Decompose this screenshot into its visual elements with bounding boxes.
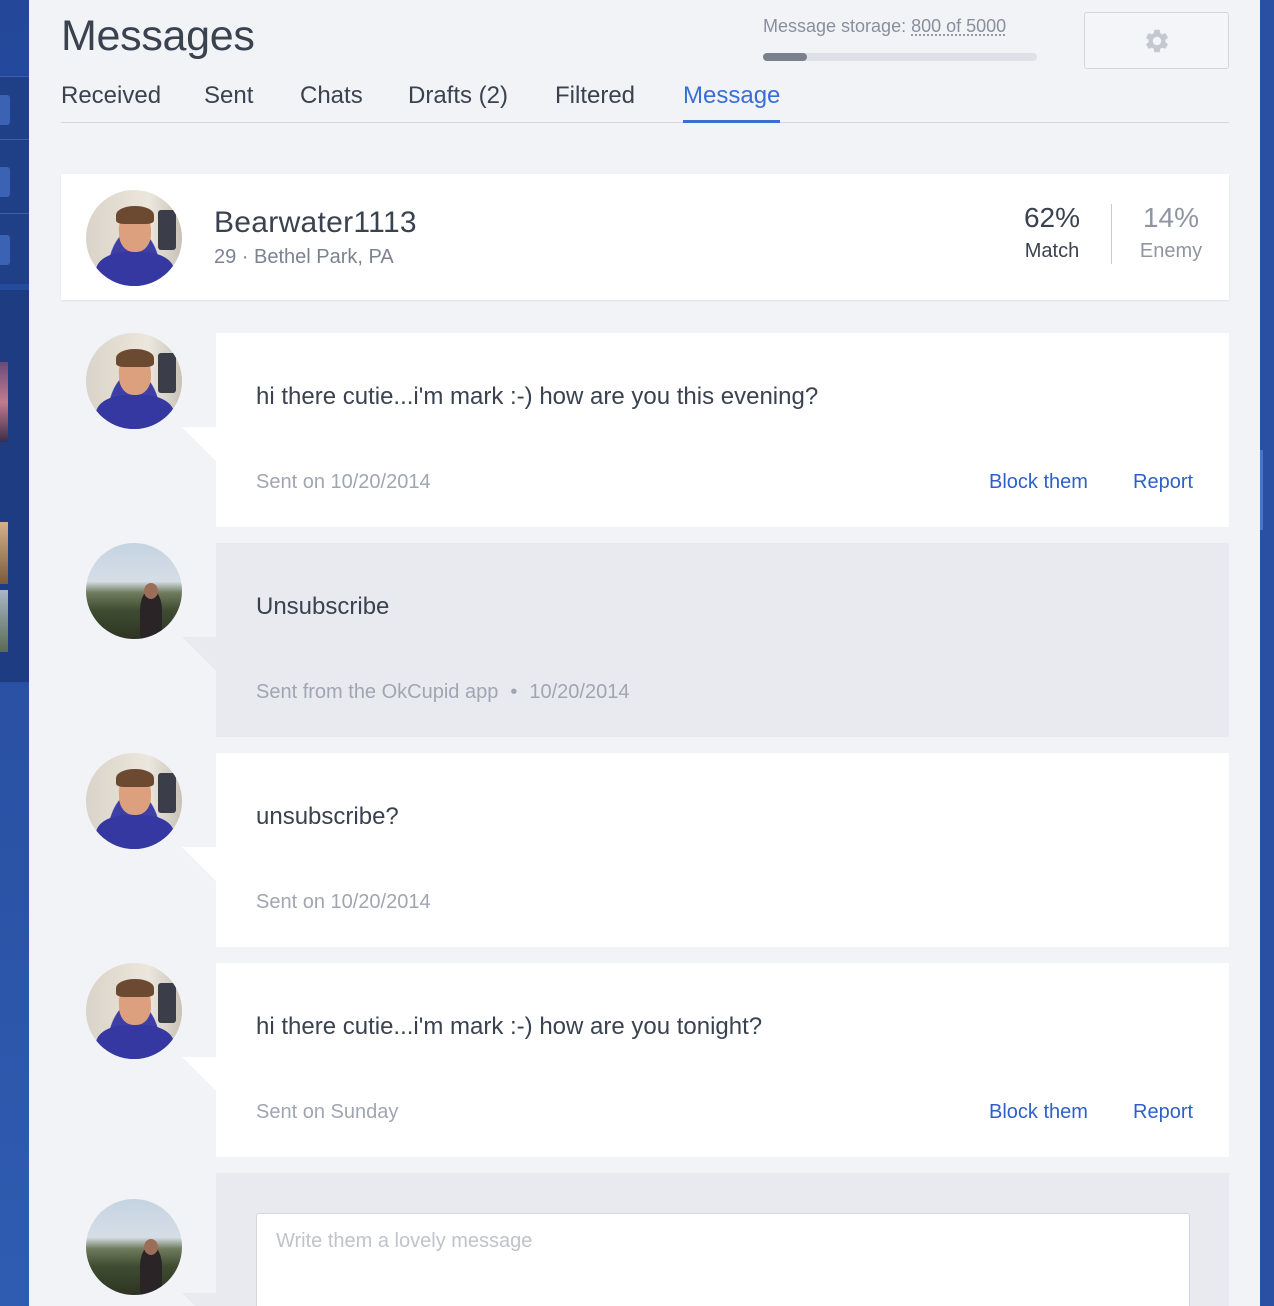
message-bubble: hi there cutie...i'm mark :-) how are yo… <box>216 963 1229 1157</box>
avatar[interactable] <box>86 753 182 849</box>
message-text: unsubscribe? <box>256 803 399 830</box>
tab-sent[interactable]: Sent <box>204 80 253 123</box>
tab-received[interactable]: Received <box>61 80 161 123</box>
message-bubble: hi there cutie...i'm mark :-) how are yo… <box>216 333 1229 527</box>
enemy-label: Enemy <box>1139 240 1203 262</box>
compose-message-input[interactable] <box>256 1213 1190 1306</box>
tab-drafts[interactable]: Drafts (2) <box>408 80 508 123</box>
scrollbar[interactable] <box>1260 450 1263 530</box>
bubble-tail <box>182 1057 216 1091</box>
message-timestamp: Sent on 10/20/2014 <box>256 471 431 493</box>
avatar[interactable] <box>86 963 182 1059</box>
right-strip <box>1260 0 1274 1306</box>
tab-filtered[interactable]: Filtered <box>555 80 635 123</box>
meta-separator: • <box>510 681 518 703</box>
block-them-link[interactable]: Block them <box>989 471 1088 494</box>
match-stat: 62% Match <box>1021 202 1083 263</box>
message-text: hi there cutie...i'm mark :-) how are yo… <box>256 383 819 410</box>
storage-progress-fill <box>763 53 807 61</box>
messages-panel: Messages Message storage: 800 of 5000 Re… <box>29 0 1260 1306</box>
storage-progress-bar <box>763 53 1037 61</box>
tab-chats[interactable]: Chats <box>300 80 363 123</box>
profile-username[interactable]: Bearwater1113 <box>214 206 417 240</box>
profile-age-location: 29 · Bethel Park, PA <box>214 246 394 268</box>
thumbnail[interactable] <box>0 522 8 584</box>
bubble-tail <box>182 1293 216 1306</box>
profile-card: Bearwater1113 29 · Bethel Park, PA 62% M… <box>61 174 1229 300</box>
tab-message[interactable]: Message <box>683 80 781 123</box>
divider <box>1111 204 1112 264</box>
message-bubble: unsubscribe? Sent on 10/20/2014 <box>216 753 1229 947</box>
storage-label: Message storage: <box>763 16 907 36</box>
thumbnail[interactable] <box>0 362 8 442</box>
enemy-percentage: 14% <box>1142 202 1200 233</box>
message-bubble: Unsubscribe Sent from the OkCupid app • 10… <box>216 543 1229 737</box>
left-nav-item[interactable] <box>0 235 10 265</box>
avatar[interactable] <box>86 543 182 639</box>
message-text: hi there cutie...i'm mark :-) how are yo… <box>256 1013 763 1040</box>
match-percentage: 62% <box>1023 202 1081 233</box>
compose-area <box>216 1173 1229 1306</box>
left-nav-item[interactable] <box>0 167 10 197</box>
report-link[interactable]: Report <box>1133 471 1193 494</box>
block-them-link[interactable]: Block them <box>989 1101 1088 1124</box>
message-tabs: Received Sent Chats Drafts (2) Filtered … <box>61 80 1229 123</box>
divider <box>0 213 29 214</box>
bubble-tail <box>182 427 216 461</box>
thumbnail[interactable] <box>0 590 8 652</box>
left-nav-item[interactable] <box>0 95 10 125</box>
sent-from-app-label: Sent from the OkCupid app <box>256 681 499 703</box>
avatar[interactable] <box>86 190 182 286</box>
message-text: Unsubscribe <box>256 593 390 620</box>
gear-icon <box>1145 29 1168 52</box>
left-navigation-strip <box>0 0 29 1306</box>
report-link[interactable]: Report <box>1133 1101 1193 1124</box>
message-timestamp: Sent on 10/20/2014 <box>256 891 431 913</box>
page-title: Messages <box>61 12 255 60</box>
match-label: Match <box>1024 240 1080 262</box>
message-storage: Message storage: 800 of 5000 <box>763 16 1006 37</box>
bubble-tail <box>182 847 216 881</box>
avatar[interactable] <box>86 1199 182 1295</box>
message-timestamp: Sent on Sunday <box>256 1101 399 1123</box>
settings-button[interactable] <box>1084 12 1229 69</box>
bubble-tail <box>182 637 216 671</box>
enemy-stat: 14% Enemy <box>1136 202 1206 263</box>
left-thumbnail-column <box>0 290 29 682</box>
message-date: 10/20/2014 <box>529 681 630 703</box>
message-timestamp: Sent from the OkCupid app • 10/20/2014 <box>256 681 629 704</box>
divider <box>0 139 29 140</box>
storage-count[interactable]: 800 of 5000 <box>911 16 1006 36</box>
avatar[interactable] <box>86 333 182 429</box>
left-nav-block <box>0 76 29 284</box>
